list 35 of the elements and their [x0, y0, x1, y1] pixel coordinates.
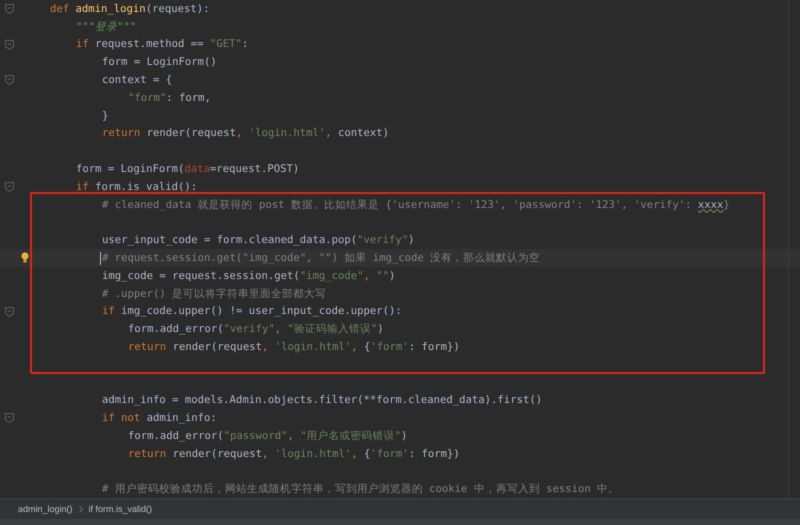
code-line: form.add_error("password", "用户名或密码错误") [128, 429, 408, 444]
fold-icon[interactable] [5, 40, 14, 50]
fold-icon[interactable] [5, 306, 14, 317]
code-line: } [102, 108, 108, 123]
code-line: form = LoginForm() [102, 55, 217, 70]
code-line: # cleaned_data 就是获得的 post 数据。比如结果是 {'username': '123', 'password': '123', 'verify': xxxx} [102, 198, 730, 212]
code-line: return render(request, 'login.html', context) [102, 126, 390, 140]
code-line: admin_info = models.Admin.objects.filter(**form.cleaned_data).first() [102, 393, 542, 408]
code-line: return render(request, 'login.html', {'form': form}) [128, 446, 460, 461]
code-line: user_input_code = form.cleaned_data.pop("verify") [102, 233, 415, 248]
lightbulb-icon[interactable] [21, 252, 29, 264]
code-line: img_code = request.session.get("img_code", "") [102, 268, 396, 283]
code-line: def admin_login(request): [50, 2, 210, 16]
code-line: """登录""" [76, 20, 136, 34]
code-line: # .upper() 是可以将字符串里面全部都大写 [102, 286, 326, 301]
code-line: # request.session.get("img_code", "") 如果 img_code 没有，那么就默认为空 [102, 251, 540, 266]
fold-icon[interactable] [5, 4, 14, 14]
code-line: "form": form, [128, 90, 211, 105]
code-line: if not admin_info: [102, 411, 217, 426]
code-line: return render(request, 'login.html', {'form': form}) [128, 340, 460, 354]
fold-icon[interactable] [5, 75, 14, 86]
code-line: form = LoginForm(data=request.POST) [76, 162, 300, 176]
breadcrumb[interactable]: admin_login() [18, 504, 73, 514]
chevron-icon [78, 506, 83, 512]
fold-icon[interactable] [5, 182, 14, 192]
code-line: if request.method == "GET": [76, 37, 248, 52]
code-line: # 用户密码校验成功后，网站生成随机字符串，写到用户浏览器的 cookie 中，再写入到 session 中。 [102, 482, 620, 496]
code-line: if form.is_valid(): [76, 180, 198, 194]
code-line: if img_code.upper() != user_input_code.upper(): [102, 304, 402, 318]
fold-icon[interactable] [5, 413, 14, 424]
code-line: form.add_error("verify", "验证码输入错误") [128, 322, 384, 336]
text-cursor [100, 252, 101, 265]
code-editor[interactable] [0, 0, 800, 498]
code-line: context = { [102, 73, 172, 88]
breadcrumb[interactable]: if form.is_valid() [88, 504, 152, 514]
